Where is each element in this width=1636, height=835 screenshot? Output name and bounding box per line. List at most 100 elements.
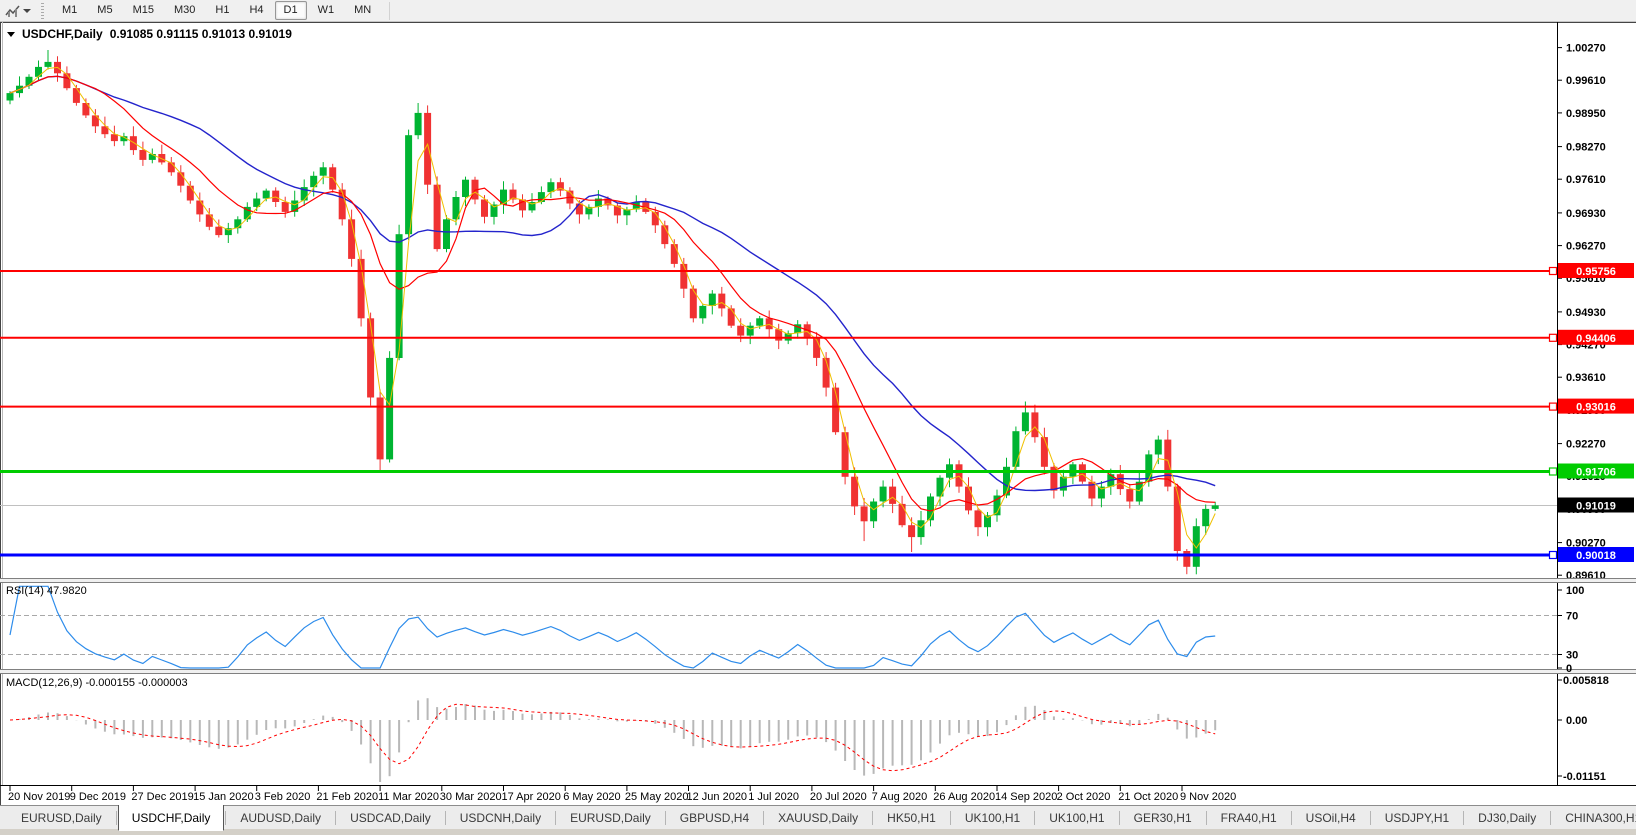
tab-separator xyxy=(1291,811,1292,825)
svg-text:0.98270: 0.98270 xyxy=(1566,142,1606,154)
svg-text:0.98950: 0.98950 xyxy=(1566,108,1606,120)
chart-tab-uk100-h1[interactable]: UK100,H1 xyxy=(1036,807,1117,829)
timeframe-m15[interactable]: M15 xyxy=(124,1,163,20)
svg-text:1.00270: 1.00270 xyxy=(1566,43,1606,55)
macd-indicator-label: MACD(12,26,9) -0.000155 -0.000003 xyxy=(6,677,188,689)
svg-text:30 Mar 2020: 30 Mar 2020 xyxy=(440,791,502,803)
chart-type-dropdown-icon[interactable] xyxy=(23,9,31,13)
svg-text:21 Oct 2020: 21 Oct 2020 xyxy=(1118,791,1178,803)
tab-separator xyxy=(335,811,336,825)
chart-tab-usdchf-daily[interactable]: USDCHF,Daily xyxy=(118,804,225,831)
timeframe-m1[interactable]: M1 xyxy=(53,1,86,20)
svg-text:0.94406: 0.94406 xyxy=(1576,333,1616,345)
svg-text:0.93016: 0.93016 xyxy=(1576,402,1616,414)
svg-text:0.99610: 0.99610 xyxy=(1566,75,1606,87)
svg-text:9 Dec 2019: 9 Dec 2019 xyxy=(70,791,126,803)
rsi-indicator-label: RSI(14) 47.9820 xyxy=(6,585,87,597)
svg-text:0.92270: 0.92270 xyxy=(1566,439,1606,451)
chart-tab-usdjpy-h1[interactable]: USDJPY,H1 xyxy=(1372,807,1462,829)
svg-text:14 Sep 2020: 14 Sep 2020 xyxy=(995,791,1057,803)
timeframe-toolbar: M1M5M15M30H1H4D1W1MN xyxy=(0,0,1636,22)
timeframe-h1[interactable]: H1 xyxy=(206,1,238,20)
chart-symbol: USDCHF,Daily xyxy=(22,27,103,41)
svg-text:7 Aug 2020: 7 Aug 2020 xyxy=(872,791,928,803)
tab-separator xyxy=(950,811,951,825)
svg-text:9 Nov 2020: 9 Nov 2020 xyxy=(1180,791,1236,803)
svg-text:20 Nov 2019: 20 Nov 2019 xyxy=(8,791,70,803)
svg-text:0.95756: 0.95756 xyxy=(1576,266,1616,278)
tab-separator xyxy=(1370,811,1371,825)
chart-tab-usdcnh-daily[interactable]: USDCNH,Daily xyxy=(447,807,554,829)
svg-text:70: 70 xyxy=(1566,611,1578,623)
chart-tab-uk100-h1[interactable]: UK100,H1 xyxy=(952,807,1033,829)
svg-text:11 Mar 2020: 11 Mar 2020 xyxy=(378,791,439,803)
timeframe-w1[interactable]: W1 xyxy=(309,1,344,20)
svg-text:0.91019: 0.91019 xyxy=(1576,501,1616,513)
svg-text:0.94930: 0.94930 xyxy=(1566,307,1606,319)
chart-type-icon[interactable] xyxy=(4,3,22,19)
svg-text:0.91706: 0.91706 xyxy=(1576,467,1616,479)
window-bottom-edge xyxy=(0,829,1636,834)
svg-text:25 May 2020: 25 May 2020 xyxy=(625,791,689,803)
chart-tab-xauusd-daily[interactable]: XAUUSD,Daily xyxy=(765,807,871,829)
chart-tab-audusd-daily[interactable]: AUDUSD,Daily xyxy=(227,807,334,829)
tab-separator xyxy=(1034,811,1035,825)
svg-text:21 Feb 2020: 21 Feb 2020 xyxy=(316,791,378,803)
tab-separator xyxy=(1550,811,1551,825)
svg-text:20 Jul 2020: 20 Jul 2020 xyxy=(810,791,867,803)
chart-tab-gbpusd-h4[interactable]: GBPUSD,H4 xyxy=(667,807,762,829)
tab-separator xyxy=(116,811,117,825)
tab-separator xyxy=(1119,811,1120,825)
svg-text:27 Dec 2019: 27 Dec 2019 xyxy=(131,791,193,803)
chart-tab-fra40-h1[interactable]: FRA40,H1 xyxy=(1208,807,1290,829)
chart-tab-eurusd-daily[interactable]: EURUSD,Daily xyxy=(8,807,115,829)
svg-text:6 May 2020: 6 May 2020 xyxy=(563,791,620,803)
chart-ohlc: 0.91085 0.91115 0.91013 0.91019 xyxy=(110,27,292,41)
tab-separator xyxy=(872,811,873,825)
svg-text:0.00: 0.00 xyxy=(1566,715,1587,727)
symbol-dropdown-icon[interactable] xyxy=(7,32,15,37)
tab-separator xyxy=(1463,811,1464,825)
chart-tabs: EURUSD,DailyUSDCHF,DailyAUDUSD,DailyUSDC… xyxy=(8,806,1636,829)
toolbar-grip[interactable] xyxy=(41,3,44,19)
tab-separator xyxy=(555,811,556,825)
svg-text:3 Feb 2020: 3 Feb 2020 xyxy=(255,791,311,803)
chart-canvas[interactable]: 1.00270 0.99610 0.98950 0.98270 0.97610 0.969… xyxy=(0,22,1636,805)
svg-text:0: 0 xyxy=(1566,663,1572,675)
chart-tab-china300-h1[interactable]: CHINA300,H1 xyxy=(1552,807,1636,829)
chart-tab-bar: EURUSD,DailyUSDCHF,DailyAUDUSD,DailyUSDC… xyxy=(0,805,1636,829)
tab-separator xyxy=(665,811,666,825)
svg-text:0.90018: 0.90018 xyxy=(1576,550,1616,562)
svg-text:0.97610: 0.97610 xyxy=(1566,174,1606,186)
chart-title: USDCHF,Daily 0.91085 0.91115 0.91013 0.9… xyxy=(7,27,292,41)
svg-text:0.96930: 0.96930 xyxy=(1566,208,1606,220)
svg-text:17 Apr 2020: 17 Apr 2020 xyxy=(502,791,561,803)
svg-text:30: 30 xyxy=(1566,650,1578,662)
toolbar-separator xyxy=(389,2,390,20)
chart-tab-hk50-h1[interactable]: HK50,H1 xyxy=(874,807,949,829)
tab-separator xyxy=(225,811,226,825)
svg-text:26 Aug 2020: 26 Aug 2020 xyxy=(933,791,995,803)
timeframe-h4[interactable]: H4 xyxy=(240,1,272,20)
svg-text:0.005818: 0.005818 xyxy=(1563,675,1609,687)
svg-text:0.93610: 0.93610 xyxy=(1566,372,1606,384)
chart-tab-eurusd-daily[interactable]: EURUSD,Daily xyxy=(557,807,664,829)
svg-text:-0.01151: -0.01151 xyxy=(1563,771,1606,783)
svg-text:12 Jun 2020: 12 Jun 2020 xyxy=(687,791,748,803)
timeframe-mn[interactable]: MN xyxy=(345,1,380,20)
timeframe-m5[interactable]: M5 xyxy=(88,1,121,20)
tab-separator xyxy=(763,811,764,825)
svg-text:0.96270: 0.96270 xyxy=(1566,241,1606,253)
timeframe-m30[interactable]: M30 xyxy=(165,1,204,20)
tab-separator xyxy=(445,811,446,825)
timeframe-d1[interactable]: D1 xyxy=(275,1,307,20)
chart-tab-usoil-h4[interactable]: USOil,H4 xyxy=(1293,807,1369,829)
svg-text:15 Jan 2020: 15 Jan 2020 xyxy=(193,791,254,803)
timeframe-buttons: M1M5M15M30H1H4D1W1MN xyxy=(52,1,381,20)
chart-tab-usdcad-daily[interactable]: USDCAD,Daily xyxy=(337,807,444,829)
chart-tab-ger30-h1[interactable]: GER30,H1 xyxy=(1121,807,1205,829)
svg-text:2 Oct 2020: 2 Oct 2020 xyxy=(1057,791,1111,803)
chart-tab-dj30-daily[interactable]: DJ30,Daily xyxy=(1465,807,1549,829)
svg-text:1 Jul 2020: 1 Jul 2020 xyxy=(748,791,799,803)
chart-window: 1.00270 0.99610 0.98950 0.98270 0.97610 0.969… xyxy=(0,22,1636,805)
